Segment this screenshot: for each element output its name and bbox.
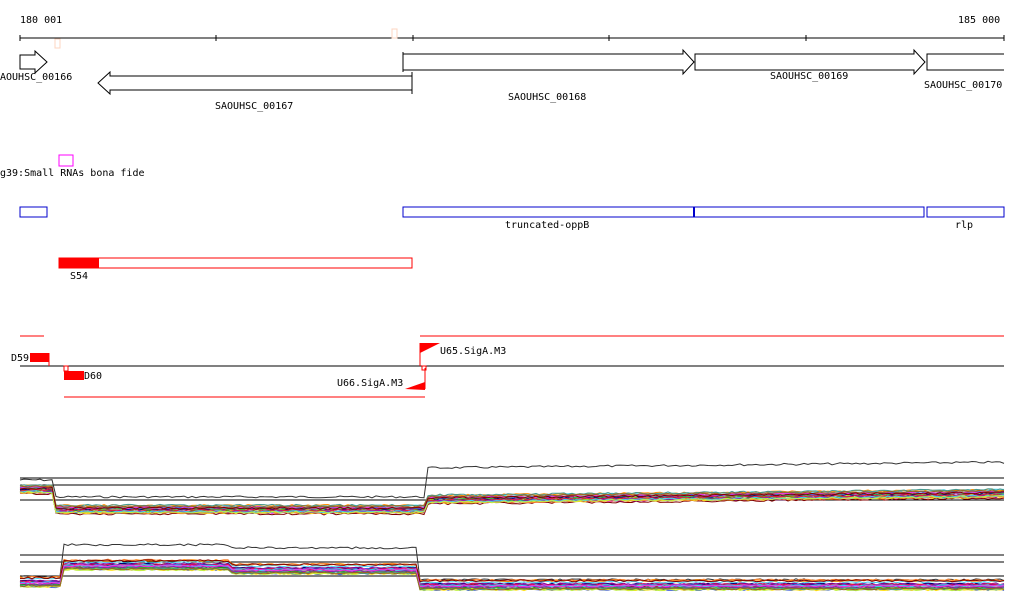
operon-box[interactable] <box>926 206 1005 218</box>
expression-tracks <box>19 460 1005 592</box>
operon-box[interactable] <box>402 206 925 218</box>
srna-track: g39:Small RNAs bona fide <box>0 154 145 179</box>
operon-label: truncated-oppB <box>505 220 589 231</box>
segment-label: S54 <box>70 271 88 282</box>
promoter-label: D59 <box>11 353 29 364</box>
promoter-D60[interactable] <box>64 371 84 380</box>
gene-arrow[interactable] <box>19 49 48 75</box>
operon-box[interactable] <box>19 206 48 218</box>
promoter-label: U66.SigA.M3 <box>337 378 403 389</box>
gene-label: SAOUHSC_00168 <box>508 92 586 103</box>
gene-label: SAOUHSC_00167 <box>215 101 293 112</box>
operon-track: truncated-oppB rlp <box>19 206 1005 231</box>
segment-track: S54 <box>58 257 413 282</box>
promoter-label: D60 <box>84 371 102 382</box>
gene-arrow[interactable] <box>926 53 1004 71</box>
ruler-start: 180 001 <box>20 15 62 26</box>
promoter-U65[interactable] <box>420 343 440 353</box>
gene-label: SAOUHSC_00170 <box>924 80 1002 91</box>
gene-arrow[interactable] <box>402 48 695 76</box>
promoter-U66[interactable] <box>405 382 425 389</box>
srna-box[interactable] <box>58 154 74 167</box>
promoter-track: D59 D60 U65.SigA.M3 U66.SigA.M3 <box>11 335 1004 398</box>
promoter-label: U65.SigA.M3 <box>440 346 506 357</box>
srna-label: g39:Small RNAs bona fide <box>0 168 145 179</box>
ruler-end: 185 000 <box>958 15 1000 26</box>
gene-label: AOUHSC_00166 <box>0 72 72 83</box>
segment-box[interactable] <box>58 257 413 269</box>
ruler: 180 001 185 000 <box>19 15 1005 49</box>
gene-arrow[interactable] <box>97 70 413 96</box>
operon-label: rlp <box>955 220 973 231</box>
gene-track: AOUHSC_00166 SAOUHSC_00167 SAOUHSC_00168… <box>0 48 1004 112</box>
genome-browser: 180 001 185 000 AOUHSC_00166 SAOUHSC_001… <box>0 15 1005 592</box>
promoter-D59[interactable] <box>30 353 49 362</box>
gene-label: SAOUHSC_00169 <box>770 71 848 82</box>
